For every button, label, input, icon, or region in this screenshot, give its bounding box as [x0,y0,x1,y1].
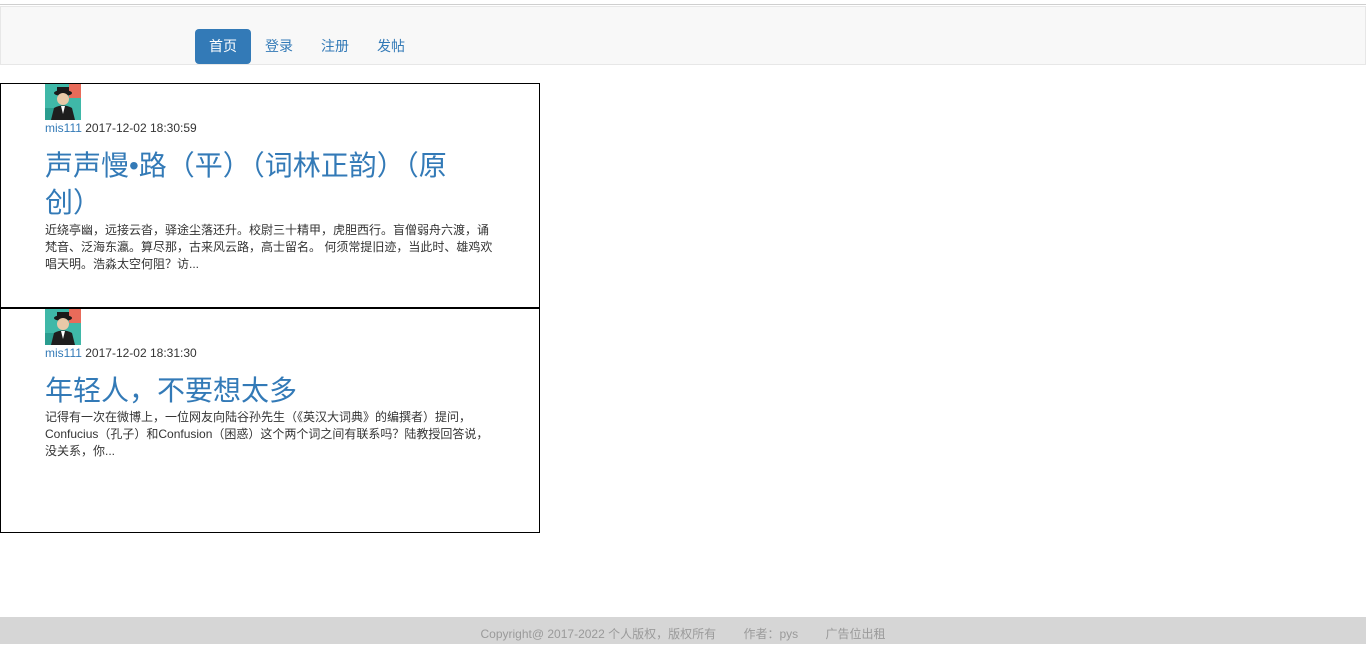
post-meta: mis111 2017-12-02 18:31:30 [45,346,197,360]
footer-copyright: Copyright@ 2017-2022 个人版权，版权所有 [480,627,717,641]
navbar: 首页 登录 注册 发帖 [0,6,1366,65]
avatar[interactable] [45,309,81,345]
post-card: mis111 2017-12-02 18:31:30 年轻人，不要想太多 记得有… [0,308,540,533]
nav-item-home[interactable]: 首页 [195,29,251,64]
avatar[interactable] [45,84,81,120]
nav-item-login[interactable]: 登录 [251,29,307,64]
nav-menu: 首页 登录 注册 发帖 [195,29,419,64]
post-excerpt: 近绕亭幽，远接云沓，驿途尘落还升。校尉三十精甲，虎胆西行。盲僧弱舟六渡，诵梵音、… [45,223,493,271]
avatar-image [45,309,81,345]
post-title-link[interactable]: 年轻人，不要想太多 [45,372,485,409]
post-author-link[interactable]: mis111 [45,121,82,135]
avatar-image [45,84,81,120]
nav-item-new-post[interactable]: 发帖 [363,29,419,64]
top-border [0,0,1366,5]
footer: Copyright@ 2017-2022 个人版权，版权所有 作者：pys 广告… [0,617,1366,644]
post-title-link[interactable]: 声声慢•路（平）（词林正韵）（原创） [45,147,485,221]
post-datetime: 2017-12-02 18:30:59 [85,121,197,135]
nav-item-register[interactable]: 注册 [307,29,363,64]
post-datetime: 2017-12-02 18:31:30 [85,346,197,360]
footer-ad: 广告位出租 [825,627,886,641]
post-excerpt: 记得有一次在微博上，一位网友向陆谷孙先生（《英汉大词典》的编撰者）提问，Conf… [45,410,489,458]
footer-author: 作者：pys [743,627,799,641]
post-author-link[interactable]: mis111 [45,346,82,360]
post-meta: mis111 2017-12-02 18:30:59 [45,121,197,135]
post-card: mis111 2017-12-02 18:30:59 声声慢•路（平）（词林正韵… [0,83,540,308]
